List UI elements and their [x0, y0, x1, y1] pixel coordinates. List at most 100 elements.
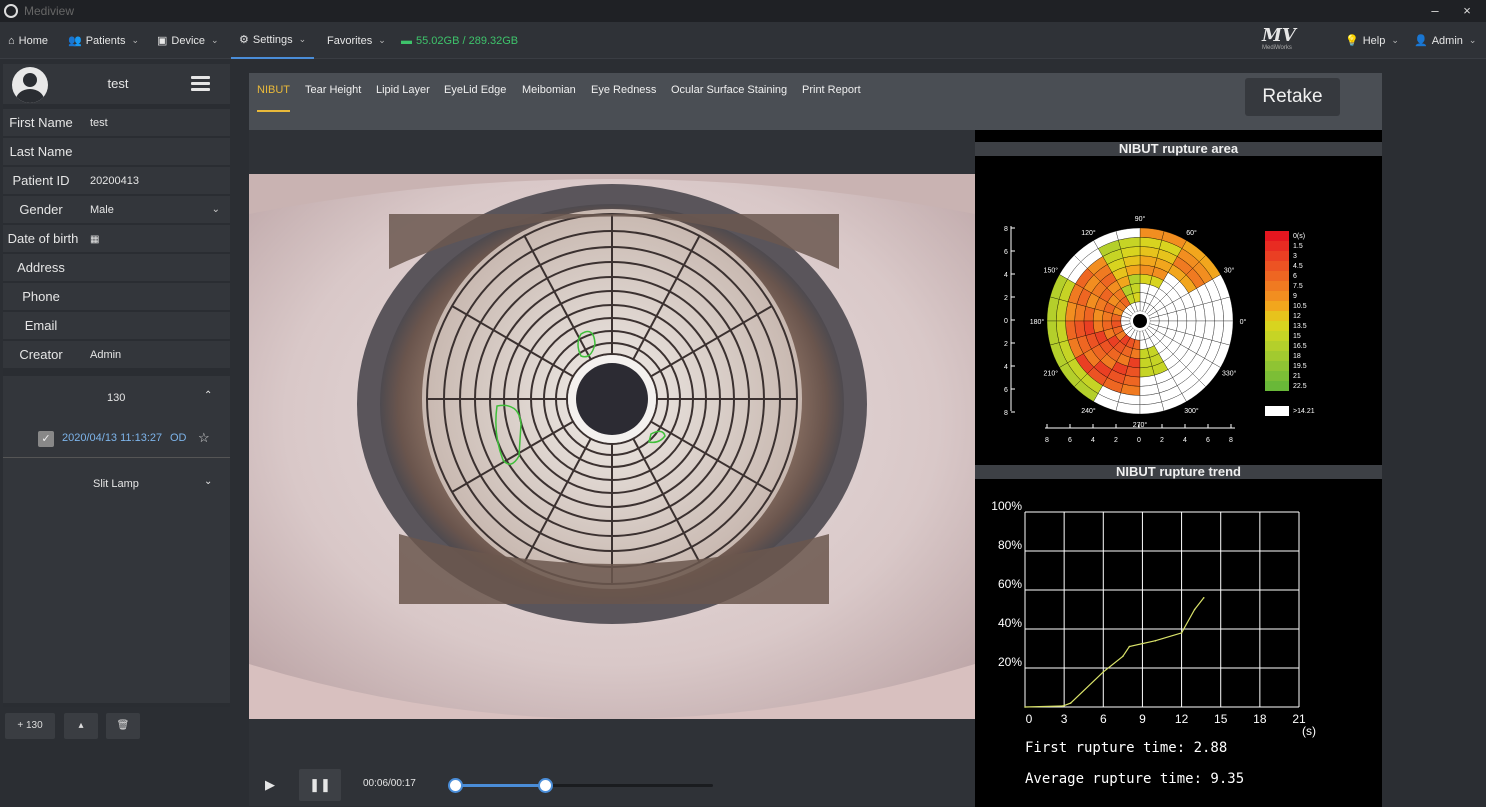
calendar-icon[interactable]: ▦ — [90, 225, 99, 252]
tab-eye-redness[interactable]: Eye Redness — [591, 84, 656, 96]
tab-ocular-surface-staining[interactable]: Ocular Surface Staining — [671, 84, 787, 96]
eye-image-svg — [249, 174, 975, 719]
eye-image[interactable] — [249, 174, 975, 719]
video-player: ▶ ❚❚ 00:06/00:17 — [249, 766, 975, 806]
x-axis-label: (s) — [1302, 724, 1316, 738]
add-record-button[interactable]: + 130 — [5, 713, 55, 739]
field-email: Email — [3, 312, 230, 339]
chevron-down-icon[interactable]: ⌄ — [204, 476, 212, 487]
field-creator: Creator Admin — [3, 341, 230, 368]
delete-button[interactable]: 🗑 — [106, 713, 140, 739]
disk-icon: ▬ — [401, 34, 412, 47]
rupture-trend-chart: 100%80%60%40%20%0 3 6 9 12 15 18 21(s)First rup… — [991, 499, 1316, 787]
menu-icon[interactable] — [191, 76, 210, 91]
nav-device[interactable]: ▣ Device ⌄ — [157, 22, 219, 59]
legend-swatch — [1265, 231, 1289, 241]
x-tick-label: 6 — [1100, 712, 1107, 726]
gender-select[interactable]: Male — [90, 196, 114, 223]
nav-favorites[interactable]: Favorites ⌄ — [327, 22, 386, 59]
polar-cell — [1127, 357, 1141, 369]
nav-settings[interactable]: ⚙ Settings ⌄ — [231, 22, 315, 59]
close-button[interactable]: × — [1452, 2, 1482, 20]
y-tick-label: 60% — [998, 577, 1022, 591]
legend-label: 9 — [1293, 293, 1297, 300]
tab-meibomian[interactable]: Meibomian — [522, 84, 576, 96]
legend-label: 0(s) — [1293, 233, 1305, 240]
nav-home[interactable]: ⌂ Home — [8, 22, 48, 59]
angle-label: 120° — [1081, 229, 1096, 237]
chevron-down-icon: ⌄ — [378, 35, 386, 45]
nav-device-label: Device — [171, 34, 206, 47]
field-label: First Name — [9, 115, 73, 130]
analysis-tabs: NIBUT Tear Height Lipid Layer EyeLid Edg… — [249, 73, 1382, 130]
record-group-header[interactable]: 130 ⌃ — [3, 382, 230, 410]
record-date[interactable]: 2020/04/13 11:13:27 — [62, 432, 162, 444]
series-line — [1024, 597, 1205, 708]
legend-label: 4.5 — [1293, 263, 1303, 270]
y-tick-label: 6 — [1004, 387, 1008, 394]
pause-button[interactable]: ❚❚ — [299, 769, 341, 801]
legend-label: 12 — [1293, 313, 1301, 320]
data-point — [1193, 608, 1196, 611]
nav-home-label: Home — [18, 34, 48, 47]
legend-swatch — [1265, 321, 1289, 331]
data-point — [1122, 655, 1124, 658]
polar-cell — [1139, 264, 1155, 276]
legend-swatch — [1265, 301, 1289, 311]
polar-cell — [1176, 320, 1188, 334]
legend-label-white: >14.21 — [1293, 408, 1315, 415]
x-tick-label: 4 — [1183, 437, 1187, 444]
collapse-button[interactable]: ▴ — [64, 713, 98, 739]
angle-label: 60° — [1186, 229, 1197, 237]
nav-user[interactable]: 👤 Admin ⌄ — [1414, 22, 1476, 59]
slit-lamp-group[interactable]: Slit Lamp — [93, 478, 139, 490]
first-rupture-time: First rupture time: 2.88 — [1025, 740, 1227, 756]
x-tick-label: 12 — [1175, 712, 1189, 726]
y-tick-label: 0 — [1004, 318, 1008, 325]
patient-profile: test — [3, 64, 230, 104]
gear-icon: ⚙ — [239, 34, 249, 46]
x-tick-label: 2 — [1114, 437, 1118, 444]
y-tick-label: 20% — [998, 655, 1022, 669]
chevron-down-icon[interactable]: ⌄ — [212, 204, 220, 215]
play-button[interactable]: ▶ — [249, 769, 291, 801]
nav-patients[interactable]: 👥 Patients ⌄ — [68, 22, 139, 59]
angle-label: 90° — [1135, 215, 1146, 223]
x-tick-label: 0 — [1137, 437, 1141, 444]
first-name-input[interactable]: test — [90, 109, 108, 136]
minimize-button[interactable]: – — [1420, 2, 1450, 20]
tab-lipid-layer[interactable]: Lipid Layer — [376, 84, 430, 96]
legend-swatch — [1265, 351, 1289, 361]
legend-swatch — [1265, 241, 1289, 251]
seek-slider[interactable] — [448, 778, 713, 793]
nav-favorites-label: Favorites — [327, 34, 373, 47]
field-address: Address — [3, 254, 230, 281]
chevron-up-icon[interactable]: ⌃ — [204, 390, 212, 401]
chevron-down-icon: ⌄ — [1468, 35, 1477, 45]
field-label: Last Name — [9, 144, 73, 159]
list-item[interactable]: ✓ 2020/04/13 11:13:27 OD ☆ — [3, 428, 230, 458]
tab-nibut[interactable]: NIBUT — [257, 84, 290, 112]
tab-print-report[interactable]: Print Report — [802, 84, 861, 96]
field-label: Patient ID — [12, 173, 70, 188]
tab-tear-height[interactable]: Tear Height — [305, 84, 361, 96]
seek-handle[interactable] — [538, 778, 554, 793]
field-first-name: First Name test — [3, 109, 230, 136]
star-icon[interactable]: ☆ — [198, 430, 210, 446]
legend-swatch — [1265, 341, 1289, 351]
retake-button[interactable]: Retake — [1245, 78, 1340, 116]
legend-swatch — [1265, 381, 1289, 391]
x-tick-label: 15 — [1214, 712, 1228, 726]
legend-swatch — [1265, 261, 1289, 271]
polar-cell — [1139, 273, 1153, 285]
tab-eyelid-edge[interactable]: EyeLid Edge — [444, 84, 506, 96]
data-point — [1154, 639, 1157, 642]
seek-start-handle[interactable] — [448, 778, 463, 793]
patient-id-input[interactable]: 20200413 — [90, 167, 139, 194]
checkbox[interactable]: ✓ — [38, 431, 54, 447]
x-tick-label: 8 — [1229, 437, 1233, 444]
polar-cell — [1125, 366, 1141, 378]
polar-cell — [1185, 306, 1197, 322]
nav-help[interactable]: 💡 Help ⌄ — [1345, 22, 1399, 59]
angle-label: 150° — [1044, 267, 1059, 275]
